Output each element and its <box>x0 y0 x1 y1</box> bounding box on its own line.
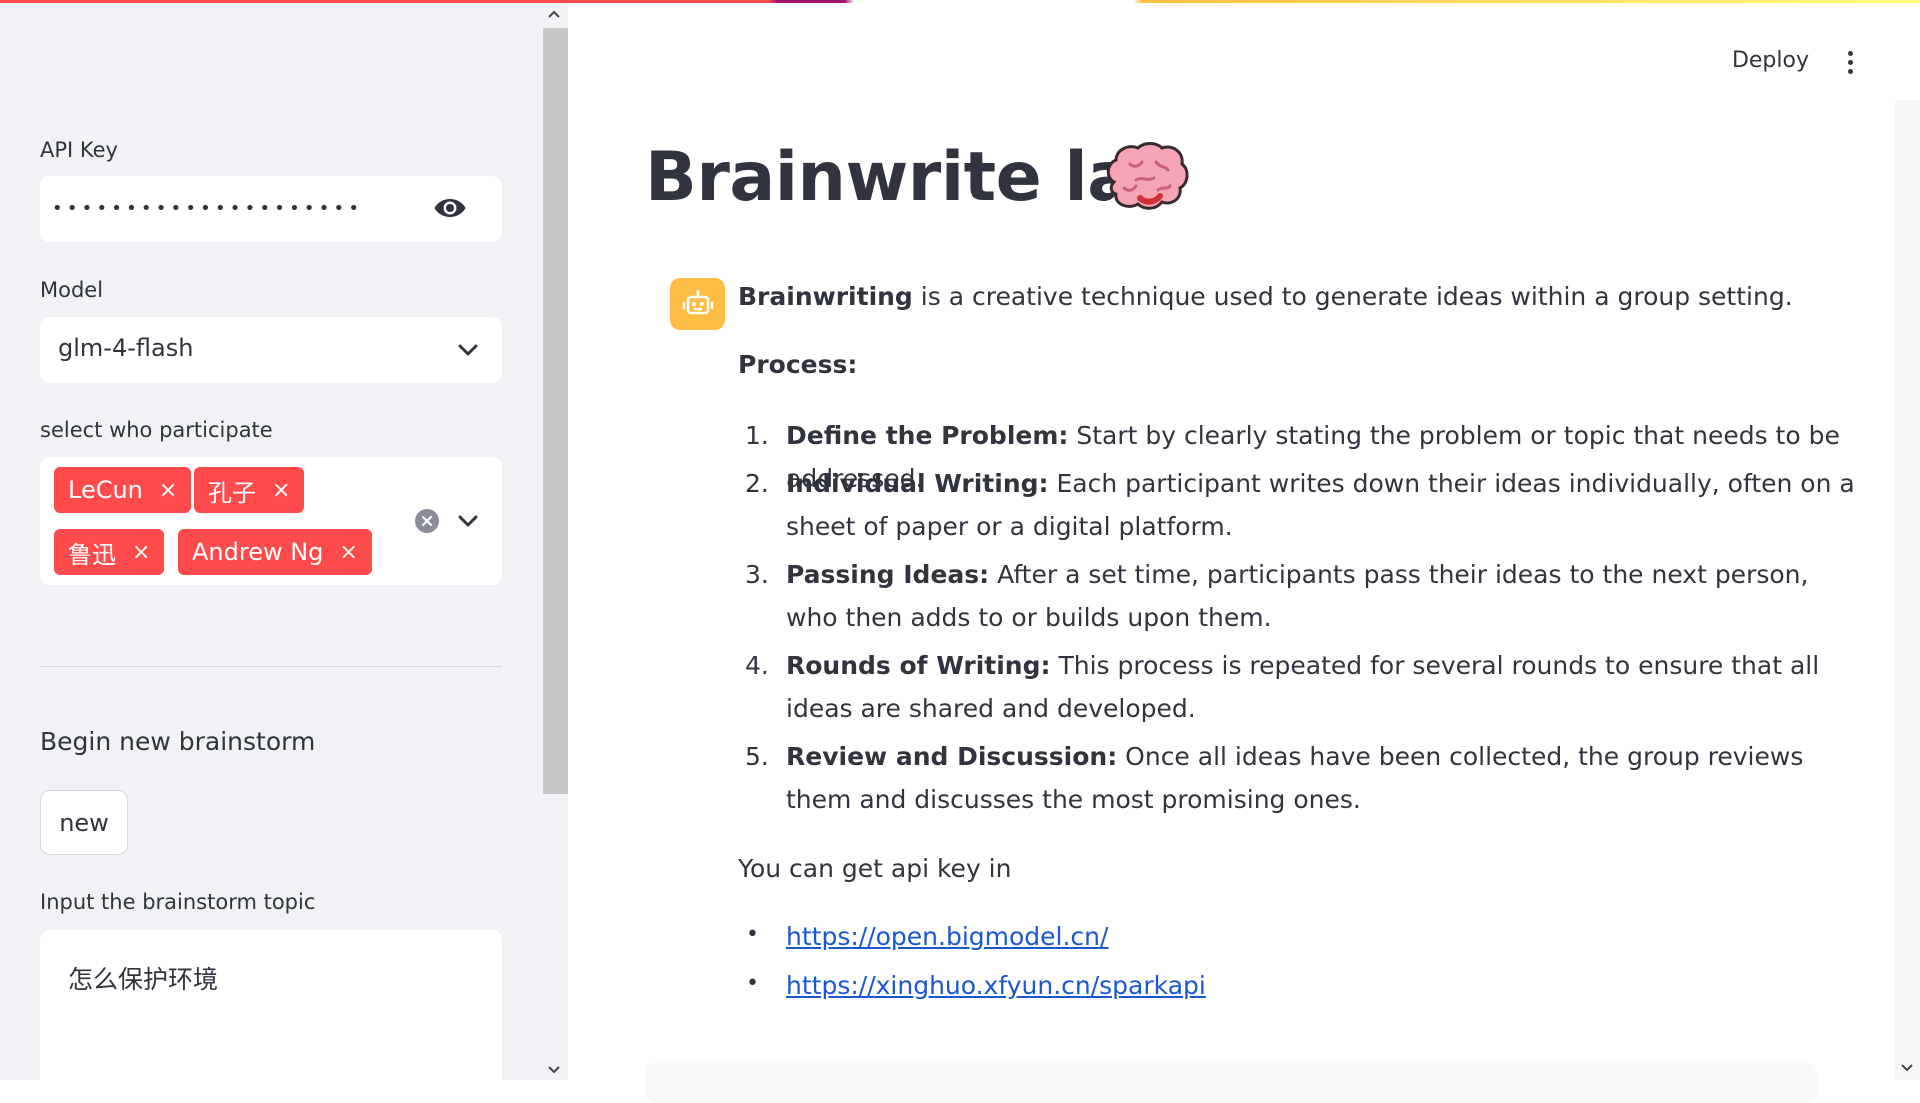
step-text: Individual Writing: Each participant wri… <box>786 469 1855 541</box>
step-number: 1. <box>745 421 769 450</box>
step-text: Passing Ideas: After a set time, partici… <box>786 560 1809 632</box>
new-brainstorm-button[interactable]: new <box>40 790 128 855</box>
api-key-input[interactable]: ••••••••••••••••••••• <box>40 176 502 242</box>
intro-bold-term: Brainwriting <box>738 282 913 311</box>
list-bullet: • <box>746 971 759 996</box>
list-bullet: • <box>746 922 759 947</box>
participant-tag-label: LeCun <box>68 476 143 504</box>
participant-tag-label: 鲁迅 <box>68 540 116 569</box>
remove-tag-icon[interactable]: × <box>272 478 290 503</box>
api-key-hint: You can get api key in <box>738 854 1012 883</box>
remove-tag-icon[interactable]: × <box>132 540 150 565</box>
participant-tag[interactable]: 鲁迅 × <box>54 529 165 575</box>
sidebar-scrollbar-thumb[interactable] <box>543 28 568 794</box>
scroll-down-arrow-icon[interactable] <box>1895 1058 1919 1077</box>
intro-text: is a creative technique used to generate… <box>912 282 1793 311</box>
clear-all-icon[interactable] <box>415 509 439 533</box>
remove-tag-icon[interactable]: × <box>159 478 177 503</box>
step-number: 5. <box>745 742 769 771</box>
begin-brainstorm-heading: Begin new brainstorm <box>40 727 316 756</box>
topic-value: 怎么保护环境 <box>68 965 219 994</box>
more-options-kebab-icon[interactable] <box>1838 47 1862 77</box>
participant-tag[interactable]: Andrew Ng × <box>178 529 372 575</box>
chevron-down-icon[interactable] <box>456 509 480 533</box>
api-key-masked-value: ••••••••••••••••••••• <box>52 198 364 219</box>
step-text: Review and Discussion: Once all ideas ha… <box>786 742 1804 814</box>
participants-multiselect[interactable]: LeCun × 孔子 × 鲁迅 × Andrew Ng × <box>40 457 502 585</box>
scroll-down-arrow-icon[interactable] <box>542 1060 566 1079</box>
step-number: 2. <box>745 469 769 498</box>
api-key-label: API Key <box>40 138 118 162</box>
sidebar: API Key ••••••••••••••••••••• Model glm-… <box>0 0 568 1080</box>
participant-tag-label: 孔子 <box>208 478 256 507</box>
intro-paragraph: Brainwriting is a creative technique use… <box>738 282 1793 311</box>
header-toolbar: Deploy <box>1520 45 1920 81</box>
model-select[interactable]: glm-4-flash <box>40 317 502 383</box>
step-number: 4. <box>745 651 769 680</box>
scroll-up-arrow-icon[interactable] <box>542 4 566 23</box>
sidebar-scrollbar[interactable] <box>542 0 568 1080</box>
chat-input-container <box>645 1063 1817 1103</box>
brain-emoji-icon <box>1100 140 1190 220</box>
participant-tag[interactable]: LeCun × <box>54 467 192 513</box>
sidebar-divider <box>40 666 502 667</box>
main-scrollbar[interactable] <box>1895 100 1920 1080</box>
step-number: 3. <box>745 560 769 589</box>
participant-tag[interactable]: 孔子 × <box>194 467 305 513</box>
process-heading: Process: <box>738 350 858 379</box>
model-selected-value: glm-4-flash <box>58 334 194 362</box>
topic-label: Input the brainstorm topic <box>40 890 316 914</box>
chevron-down-icon[interactable] <box>456 338 480 362</box>
topic-textarea[interactable]: 怎么保护环境 <box>40 930 502 1080</box>
bigmodel-link[interactable]: https://open.bigmodel.cn/ <box>786 922 1108 951</box>
participant-tag-label: Andrew Ng <box>192 538 324 566</box>
remove-tag-icon[interactable]: × <box>339 540 357 565</box>
xfyun-link[interactable]: https://xinghuo.xfyun.cn/sparkapi <box>786 971 1206 1000</box>
participants-label: select who participate <box>40 418 273 442</box>
step-text: Rounds of Writing: This process is repea… <box>786 651 1820 723</box>
model-label: Model <box>40 278 104 302</box>
assistant-avatar-robot-icon <box>670 278 725 330</box>
show-password-eye-icon[interactable] <box>432 193 468 223</box>
top-decoration-bar <box>0 0 1920 3</box>
deploy-button[interactable]: Deploy <box>1732 48 1809 73</box>
